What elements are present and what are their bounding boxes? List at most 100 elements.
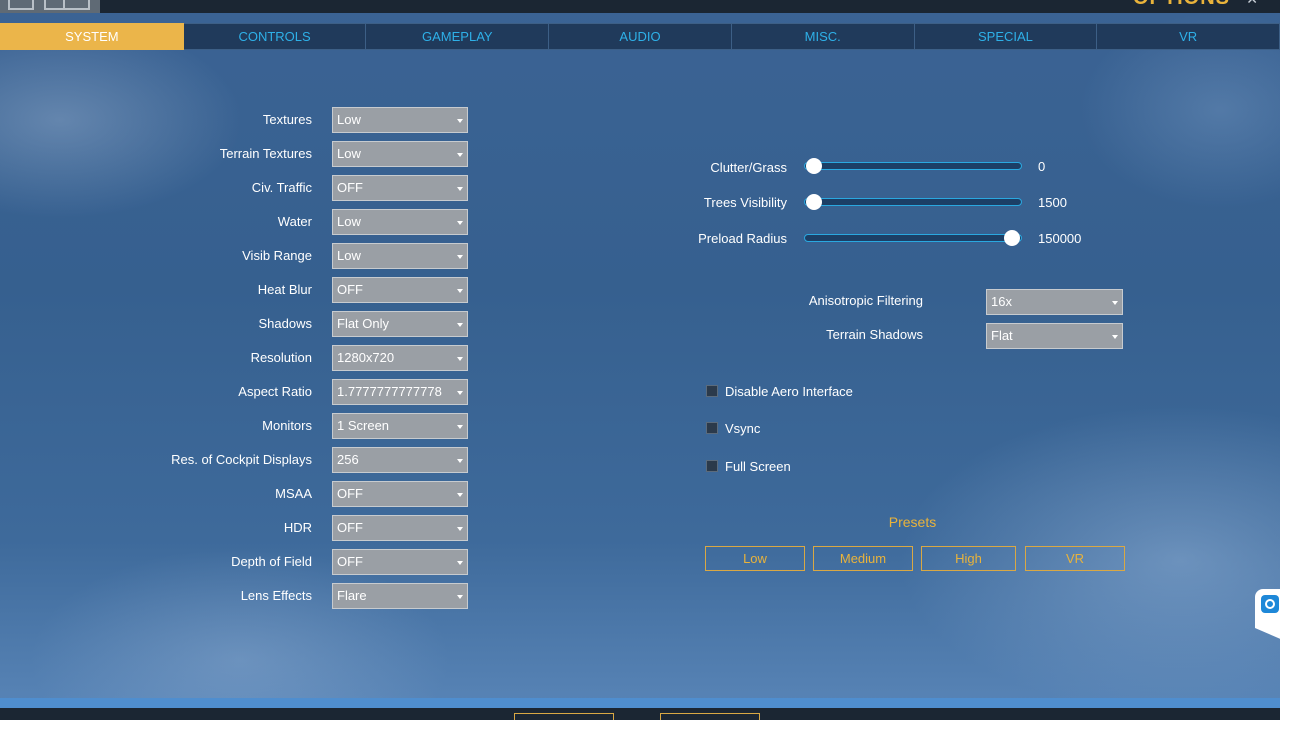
cockpit-displays-dropdown[interactable]: 256 — [332, 447, 468, 473]
terrain-shadows-dropdown[interactable]: Flat — [986, 323, 1123, 349]
bottom-divider — [0, 698, 1280, 708]
clutter-grass-slider[interactable] — [804, 158, 1022, 174]
anisotropic-filtering-dropdown[interactable]: 16x — [986, 289, 1123, 315]
depth-of-field-dropdown[interactable]: OFF — [332, 549, 468, 575]
close-icon[interactable]: ✕ — [1246, 0, 1258, 6]
depth-of-field-label: Depth of Field — [231, 554, 312, 569]
trees-visibility-label: Trees Visibility — [703, 195, 787, 210]
water-label: Water — [277, 214, 312, 229]
lens-effects-value: Flare — [337, 588, 367, 603]
preload-radius-slider[interactable] — [804, 230, 1022, 246]
chevron-down-icon — [457, 391, 463, 395]
water-dropdown[interactable]: Low — [332, 209, 468, 235]
full-screen-label[interactable]: Full Screen — [725, 459, 791, 475]
aspect-ratio-dropdown[interactable]: 1.7777777777778 — [332, 379, 468, 405]
trees-visibility-slider-handle[interactable] — [806, 194, 822, 210]
water-value: Low — [337, 214, 361, 229]
visib-range-value: Low — [337, 248, 361, 263]
msaa-dropdown[interactable]: OFF — [332, 481, 468, 507]
chevron-down-icon — [457, 221, 463, 225]
anisotropic-filtering-label: Anisotropic Filtering — [808, 293, 923, 308]
clutter-grass-slider-handle[interactable] — [806, 158, 822, 174]
shadows-value: Flat Only — [337, 316, 390, 331]
resolution-dropdown[interactable]: 1280x720 — [332, 345, 468, 371]
hdr-dropdown[interactable]: OFF — [332, 515, 468, 541]
tab-system[interactable]: SYSTEM — [0, 23, 184, 50]
bottom-button-right[interactable] — [660, 713, 760, 720]
terrain-shadows-label: Terrain Shadows — [826, 327, 923, 342]
monitors-dropdown[interactable]: 1 Screen — [332, 413, 468, 439]
chevron-down-icon — [1112, 335, 1118, 339]
tab-special[interactable]: SPECIAL — [914, 23, 1098, 50]
trees-visibility-value: 1500 — [1038, 195, 1067, 210]
chevron-down-icon — [457, 493, 463, 497]
bottom-bar — [0, 708, 1280, 720]
vsync-label[interactable]: Vsync — [725, 421, 760, 437]
lens-effects-dropdown[interactable]: Flare — [332, 583, 468, 609]
preset-high-button[interactable]: High — [921, 546, 1016, 571]
textures-label: Textures — [262, 112, 312, 127]
window-title: OPTIONS — [1133, 0, 1230, 8]
heat-blur-label: Heat Blur — [257, 282, 312, 297]
aspect-ratio-value: 1.7777777777778 — [337, 384, 442, 399]
tab-misc[interactable]: MISC. — [731, 23, 915, 50]
full-screen-checkbox[interactable] — [706, 460, 718, 472]
lens-effects-label: Lens Effects — [240, 588, 312, 603]
clutter-grass-label: Clutter/Grass — [710, 160, 787, 175]
preset-vr-button[interactable]: VR — [1025, 546, 1125, 571]
monitors-value: 1 Screen — [337, 418, 390, 433]
heat-blur-value: OFF — [337, 282, 363, 297]
chevron-down-icon — [457, 323, 463, 327]
chevron-down-icon — [457, 289, 463, 293]
tab-vr[interactable]: VR — [1097, 23, 1280, 50]
textures-dropdown[interactable]: Low — [332, 107, 468, 133]
terrain-textures-value: Low — [337, 146, 361, 161]
heat-blur-dropdown[interactable]: OFF — [332, 277, 468, 303]
terrain-textures-dropdown[interactable]: Low — [332, 141, 468, 167]
shadows-dropdown[interactable]: Flat Only — [332, 311, 468, 337]
presets-title: Presets — [888, 514, 937, 530]
anisotropic-filtering-value: 16x — [991, 294, 1012, 309]
civ-traffic-dropdown[interactable]: OFF — [332, 175, 468, 201]
preload-radius-label: Preload Radius — [698, 231, 787, 246]
resolution-label: Resolution — [250, 350, 312, 365]
textures-value: Low — [337, 112, 361, 127]
tab-gameplay[interactable]: GAMEPLAY — [366, 23, 550, 50]
terrain-textures-label: Terrain Textures — [219, 146, 312, 161]
tab-audio[interactable]: AUDIO — [549, 23, 732, 50]
terrain-shadows-value: Flat — [991, 328, 1013, 343]
title-bar: OPTIONS ✕ — [0, 0, 1280, 13]
visib-range-dropdown[interactable]: Low — [332, 243, 468, 269]
monitors-label: Monitors — [262, 418, 312, 433]
remote-support-icon[interactable] — [1261, 595, 1279, 613]
preload-radius-slider-handle[interactable] — [1004, 230, 1020, 246]
chevron-down-icon — [1112, 301, 1118, 305]
vsync-checkbox[interactable] — [706, 422, 718, 434]
visib-range-label: Visib Range — [242, 248, 312, 263]
disable-aero-checkbox[interactable] — [706, 385, 718, 397]
chevron-down-icon — [457, 459, 463, 463]
chevron-down-icon — [457, 255, 463, 259]
cockpit-displays-value: 256 — [337, 452, 359, 467]
chevron-down-icon — [457, 561, 463, 565]
msaa-label: MSAA — [275, 486, 312, 501]
bottom-button-left[interactable] — [514, 713, 614, 720]
clutter-grass-value: 0 — [1038, 159, 1046, 174]
chevron-down-icon — [457, 187, 463, 191]
tab-controls[interactable]: CONTROLS — [183, 23, 367, 50]
hdr-label: HDR — [283, 520, 312, 535]
preset-low-button[interactable]: Low — [705, 546, 805, 571]
chevron-down-icon — [457, 119, 463, 123]
options-window: OPTIONS ✕ SYSTEM CONTROLS GAMEPLAY AUDIO… — [0, 0, 1280, 720]
chevron-down-icon — [457, 527, 463, 531]
tab-bar: SYSTEM CONTROLS GAMEPLAY AUDIO MISC. SPE… — [0, 23, 1280, 50]
civ-traffic-label: Civ. Traffic — [251, 180, 312, 195]
civ-traffic-value: OFF — [337, 180, 363, 195]
msaa-value: OFF — [337, 486, 363, 501]
aspect-ratio-label: Aspect Ratio — [238, 384, 312, 399]
disable-aero-label[interactable]: Disable Aero Interface — [725, 384, 853, 400]
app-logo-icon — [0, 0, 100, 13]
trees-visibility-slider[interactable] — [804, 194, 1022, 210]
shadows-label: Shadows — [258, 316, 312, 331]
preset-medium-button[interactable]: Medium — [813, 546, 913, 571]
